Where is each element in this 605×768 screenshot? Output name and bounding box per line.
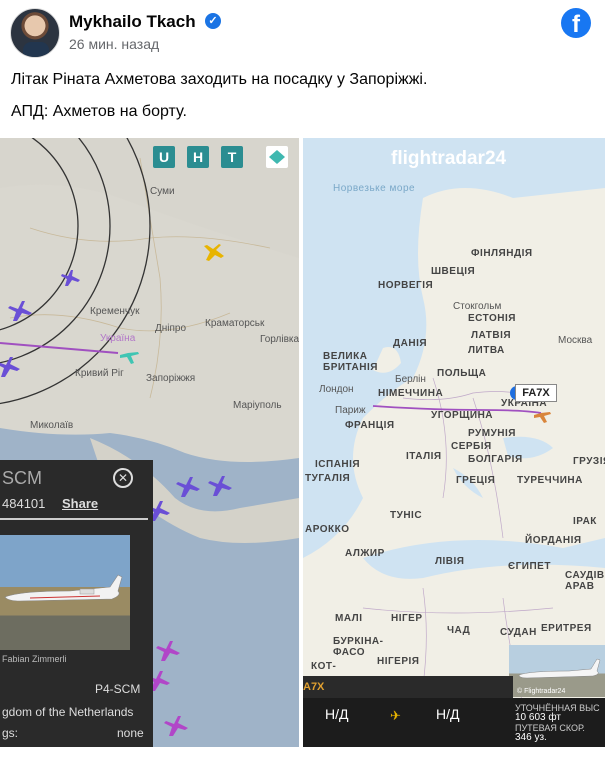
map-label: ЧАД [447,625,471,636]
map-label: ЛАТВІЯ [471,330,512,341]
map-label: НОРВЕГІЯ [378,280,434,291]
layers-icon[interactable] [266,146,288,168]
map-label: ІРАК [573,516,597,527]
map-label: МАЛІ [335,613,363,624]
speed-value: 346 уз. [515,732,547,743]
photo-credit: Fabian Zimmerli [2,654,67,664]
verified-badge-icon: ✓ [205,13,221,29]
map-label: САУДІВ АРАВ [565,570,605,592]
map-label: Суми [150,186,175,197]
avatar[interactable] [10,8,60,58]
map-label: УГОРЩИНА [431,410,494,421]
panel-divider [0,518,148,520]
aircraft-registration: P4-SCM [95,682,141,696]
map-label: АРОККО [305,524,350,535]
map-label: ЛИТВА [468,345,505,356]
right-map-screenshot[interactable]: flightradar24 Норвезьке море ФІНЛЯНДІЯ Ш… [303,138,605,747]
author-name[interactable]: Mykhailo Tkach [69,12,196,32]
origin-value: Н/Д [325,706,349,722]
map-label: Маріуполь [233,400,282,411]
map-label: ЙОРДАНІЯ [525,535,582,546]
aircraft-photo[interactable] [0,535,130,650]
map-label: ПОЛЬЩА [437,368,487,379]
map-label: СЕРБІЯ [451,441,492,452]
control-button-h[interactable]: H [187,146,209,168]
panel-registration: SCM [2,468,42,488]
map-label: Дніпро [155,323,187,334]
map-label: Краматорськ [205,318,265,329]
control-button-u[interactable]: U [153,146,175,168]
map-label: БОЛГАРІЯ [468,454,523,465]
share-link[interactable]: Share [62,496,98,511]
map-label: Кривий Ріг [75,368,124,379]
map-label: ТУГАЛІЯ [305,473,351,484]
map-label: ІТАЛІЯ [406,451,442,462]
left-map-screenshot[interactable]: Суми Україна Кривий Ріг Запоріжжя Крамат… [0,138,299,747]
close-icon[interactable]: ✕ [113,468,133,488]
flight-callsign-badge[interactable]: FA7X [515,384,557,402]
map-label: ФІНЛЯНДІЯ [471,248,533,259]
flightradar-logo: flightradar24 [391,148,507,169]
map-label: ІСПАНІЯ [315,459,361,470]
map-label: ЕСТОНІЯ [468,313,516,324]
destination-value: Н/Д [436,706,460,722]
aircraft-country: gdom of the Netherlands [2,705,134,719]
flags-label: gs: [2,726,19,740]
facebook-logo-icon: f [561,8,591,38]
map-label: Париж [335,405,366,416]
map-label: ЛІВІЯ [435,556,465,567]
map-label: Москва [558,335,593,346]
map-label: Кременчук [90,306,140,317]
map-label: Лондон [319,384,354,395]
map-label: НІМЕЧЧИНА [378,388,444,399]
map-label: ВЕЛИКА БРИТАНІЯ [323,351,378,373]
altitude-value: 10 603 фт [515,712,561,723]
flight-strip-callsign: A7X [303,681,325,693]
map-label: РУМУНІЯ [468,428,516,439]
map-label: АЛЖИР [345,548,385,559]
aircraft-info-panel: SCM ✕ 484101 Share Fabian Zimmerli P4-SC… [0,460,153,747]
map-label: НІГЕРІЯ [377,656,420,667]
panel-id: 484101 [2,496,46,511]
map-label: Горлівка [260,334,299,345]
map-label: КОТ- [311,661,337,672]
control-button-t[interactable]: T [221,146,243,168]
map-label: ЄГИПЕТ [508,561,551,572]
map-label: ШВЕЦІЯ [431,266,476,277]
map-label: БУРКІНА-ФАСО [333,636,384,658]
map-label: ГРЕЦІЯ [456,475,496,486]
plane-icon: ✈ [390,708,401,723]
map-label: Норвезьке море [333,183,416,194]
post-text-line-1: Літак Ріната Ахметова заходить на посадк… [11,71,428,88]
flight-strip [303,676,513,698]
map-label: ФРАНЦІЯ [345,420,395,431]
map-label: Стокгольм [453,301,502,312]
altitude-speed-info: УТОЧНЁННАЯ ВЫС 10 603 фт ПУТЕВАЯ СКОР. 3… [515,703,600,743]
flags-value: none [117,726,144,740]
map-label: ТУНІС [390,510,423,521]
map-label: Запоріжжя [146,373,196,384]
map-label: Миколаїв [30,420,74,431]
map-label: ЕРИТРЕЯ [541,623,592,634]
post-text-line-2: АПД: Ахметов на борту. [11,103,187,120]
map-label: ТУРЕЧЧИНА [517,475,583,486]
map-label: НІГЕР [391,613,423,624]
map-label: Берлін [395,374,426,385]
map-label: ДАНІЯ [393,338,428,349]
post-timestamp[interactable]: 26 мин. назад [69,36,159,52]
post-header: Mykhailo Tkach ✓ 26 мин. назад f [0,0,605,62]
map-label: Україна [100,333,136,344]
thumbnail-credit: © Flightradar24 [517,688,566,695]
map-label: ГРУЗІЯ [573,456,605,467]
map-label: СУДАН [500,627,537,638]
